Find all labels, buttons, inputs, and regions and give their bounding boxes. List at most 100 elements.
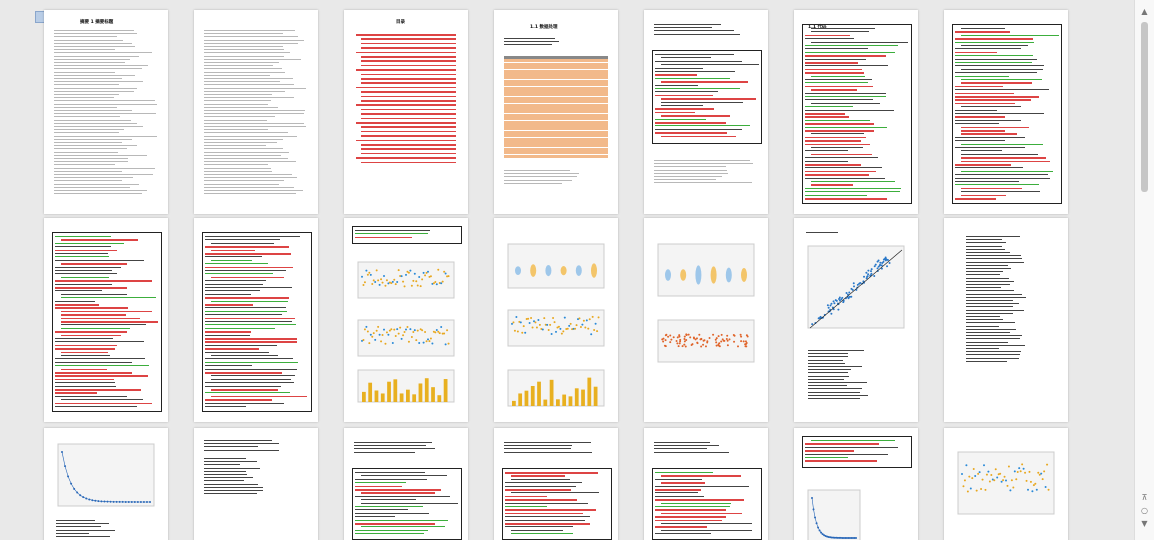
text-line	[805, 62, 859, 64]
text-line	[54, 145, 137, 147]
text-line	[505, 472, 599, 474]
text-line	[961, 187, 1023, 190]
page-thumbnail[interactable]	[644, 428, 768, 540]
text-line	[961, 106, 1022, 108]
page-thumbnail[interactable]	[944, 218, 1068, 422]
text-line	[361, 47, 456, 49]
page-up-button[interactable]: ⊼	[1139, 492, 1150, 503]
text-line	[654, 166, 727, 168]
text-line	[211, 395, 308, 398]
vertical-scrollbar[interactable]: ▲ ⊼ ○ ▼	[1134, 0, 1154, 540]
text-line	[805, 106, 854, 108]
text-line	[961, 150, 1003, 152]
text-line	[955, 75, 1010, 77]
text-line	[54, 151, 119, 153]
text-line	[361, 100, 456, 102]
text-line	[966, 357, 1019, 359]
scroll-up-button[interactable]: ▲	[1139, 6, 1150, 17]
text-line	[355, 509, 408, 511]
page-thumbnail[interactable]	[944, 10, 1068, 214]
text-line	[805, 160, 849, 162]
text-line	[955, 58, 1037, 60]
text-line	[811, 102, 880, 104]
text-line	[205, 344, 277, 346]
text-line	[204, 132, 289, 134]
text-line	[805, 82, 869, 84]
text-line	[55, 375, 148, 377]
text-line	[361, 82, 456, 84]
page-thumbnail[interactable]	[794, 428, 918, 540]
text-line	[966, 296, 1026, 298]
text-line	[55, 249, 117, 252]
text-line	[955, 96, 1039, 98]
text-line	[54, 97, 114, 99]
text-line	[966, 332, 1010, 333]
page-indicator-icon[interactable]: ○	[1139, 505, 1150, 516]
text-line	[505, 502, 589, 504]
text-line	[805, 72, 864, 74]
page-thumbnail[interactable]: 1.1 代码	[794, 10, 918, 214]
figure-plot	[507, 243, 605, 289]
text-line	[805, 167, 882, 169]
text-line	[204, 87, 307, 89]
page-thumbnail[interactable]	[494, 218, 618, 422]
text-line	[961, 68, 1044, 70]
text-line	[204, 49, 284, 51]
text-line	[654, 30, 735, 32]
text-line	[355, 495, 451, 497]
text-line	[661, 57, 711, 59]
text-line	[211, 276, 284, 279]
text-line	[661, 81, 748, 83]
page-thumbnail[interactable]	[44, 218, 168, 422]
text-line	[61, 239, 139, 241]
page-down-button[interactable]: ▼	[1139, 518, 1150, 529]
text-line	[505, 506, 548, 507]
text-line	[355, 516, 396, 518]
page-thumbnail[interactable]	[344, 428, 468, 540]
text-line	[355, 236, 413, 239]
text-line	[966, 290, 1014, 292]
text-line	[205, 334, 251, 336]
text-line	[54, 135, 158, 137]
text-line	[55, 382, 116, 384]
text-line	[54, 52, 153, 54]
text-line	[655, 132, 727, 134]
text-line	[805, 96, 886, 97]
text-line	[805, 150, 848, 152]
text-line	[961, 34, 1059, 36]
page-thumbnail[interactable]	[644, 218, 768, 422]
text-line	[211, 375, 296, 377]
page-thumbnail[interactable]: 1.1 数据处理	[494, 10, 618, 214]
scrollbar-thumb[interactable]	[1141, 22, 1148, 192]
text-line	[204, 74, 271, 76]
page-thumbnail[interactable]	[194, 218, 318, 422]
page-thumbnail[interactable]: 目录	[344, 10, 468, 214]
text-line	[655, 122, 727, 124]
page-thumbnail[interactable]	[944, 428, 1068, 540]
page-thumbnail[interactable]	[194, 428, 318, 540]
text-line	[55, 395, 128, 397]
page-thumbnail[interactable]	[644, 10, 768, 214]
text-line	[966, 306, 1013, 308]
page-thumbnail[interactable]	[344, 218, 468, 422]
text-line	[805, 453, 889, 455]
text-line	[205, 236, 300, 237]
text-line	[961, 160, 1051, 163]
page-thumbnail[interactable]	[44, 428, 168, 540]
text-line	[805, 92, 887, 94]
text-line	[55, 253, 109, 254]
text-line	[204, 493, 258, 495]
document-viewport[interactable]: 摘要 1 摘要标题 目录 1.1 数据处理 1.1 代码	[0, 0, 1135, 540]
page-thumbnail[interactable]	[494, 428, 618, 540]
text-line	[955, 147, 1026, 148]
text-line	[205, 365, 252, 367]
page-thumbnail[interactable]	[794, 218, 918, 422]
page-thumbnail[interactable]: 摘要 1 摘要标题	[44, 10, 168, 214]
text-line	[205, 358, 294, 360]
text-line	[205, 331, 252, 333]
text-line	[966, 335, 1023, 337]
text-line	[655, 128, 742, 130]
page-thumbnail[interactable]	[194, 10, 318, 214]
text-line	[204, 84, 295, 86]
text-line	[204, 446, 258, 448]
